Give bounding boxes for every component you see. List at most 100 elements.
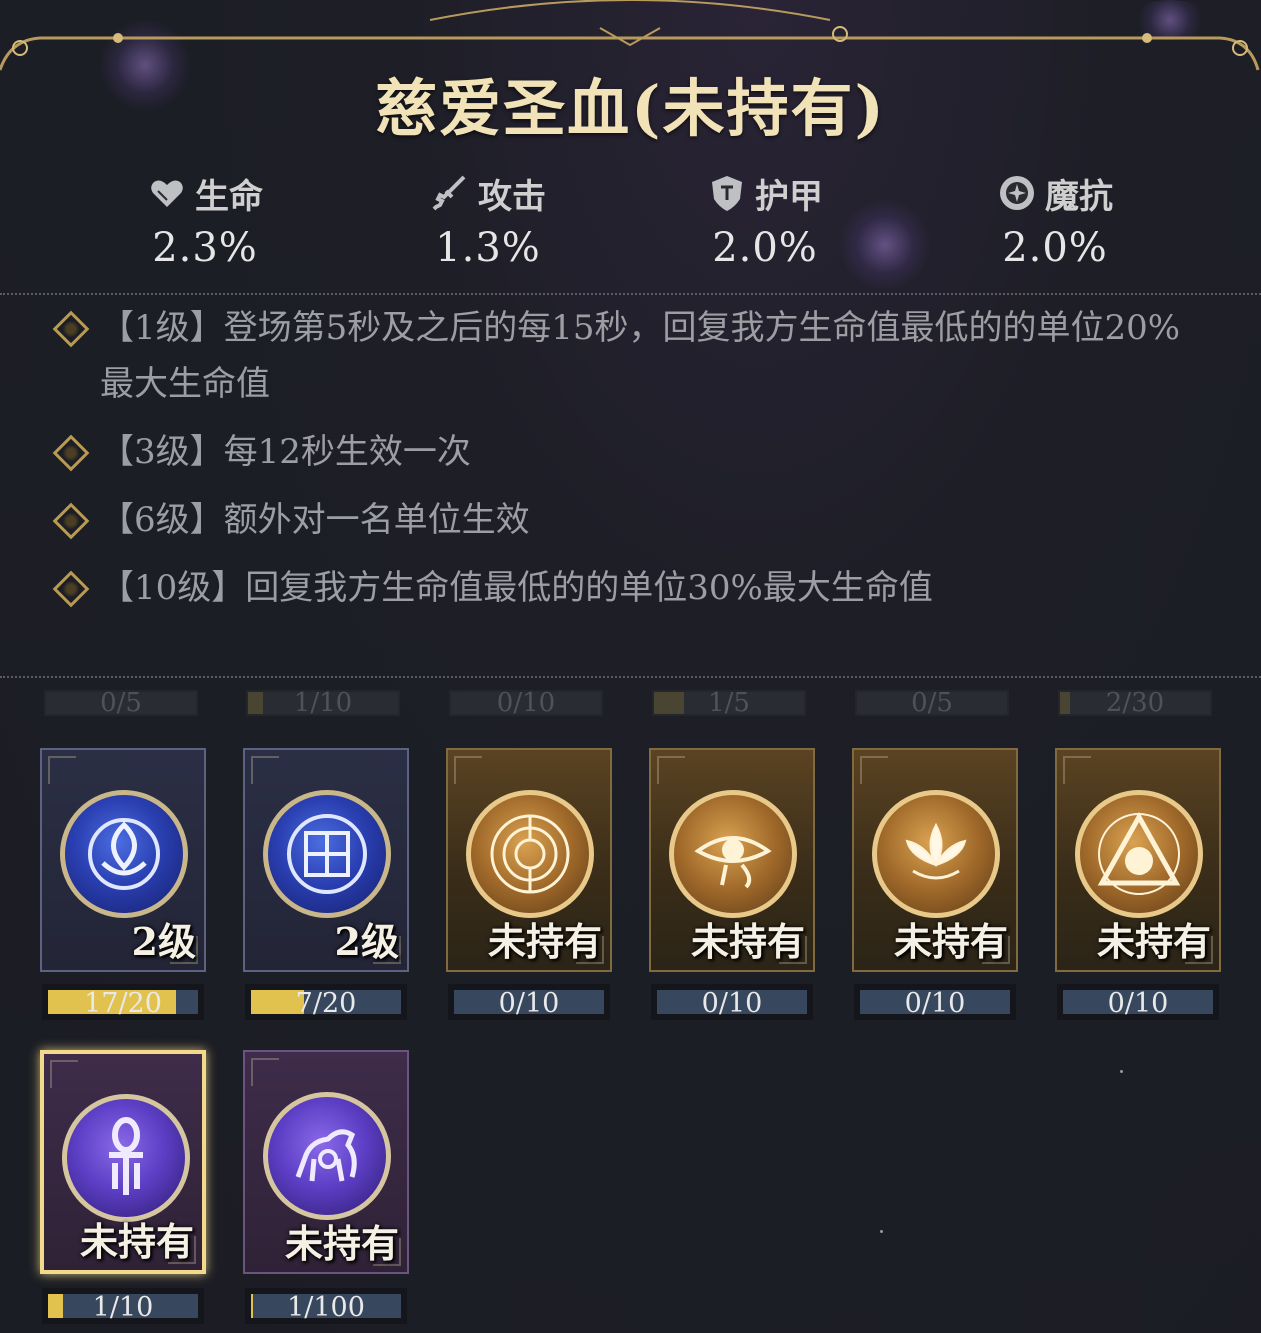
- emblem-icon: [490, 814, 570, 894]
- top-progress-track: 0/5: [44, 690, 198, 716]
- stat-value: 1.3%: [435, 225, 541, 271]
- stat-value: 2.0%: [712, 225, 818, 271]
- stat-hp: 生命 2.3%: [95, 165, 315, 271]
- effect-item: 【3级】每12秒生效一次: [52, 424, 1212, 480]
- stat-value: 2.0%: [1002, 225, 1108, 271]
- emblem-icon: [295, 1129, 357, 1182]
- diamond-bullet-icon: [52, 434, 90, 472]
- relic-card[interactable]: 未持有: [852, 748, 1018, 972]
- emblem-icon: [109, 1117, 143, 1195]
- relic-card[interactable]: 未持有: [243, 1050, 409, 1274]
- divider: [0, 293, 1261, 295]
- emblem-icon: [694, 836, 772, 889]
- stat-label: 攻击: [478, 176, 546, 217]
- card-progress-bar: 17/20: [42, 984, 204, 1020]
- longevity-symbol-emblem: [263, 790, 391, 918]
- progress-text: 7/20: [295, 988, 357, 1019]
- effect-text: 【1级】登场第5秒及之后的每15秒，回复我方生命值最低的的单位20%最大生命值: [100, 308, 1181, 404]
- emblem-icon: [88, 818, 160, 890]
- eye-of-horus-emblem: [669, 790, 797, 918]
- card-progress-bar: 1/10: [42, 1288, 204, 1324]
- card-corner-ornament: [1063, 756, 1091, 784]
- top-progress-track: 0/5: [855, 690, 1009, 716]
- effects-list: 【1级】登场第5秒及之后的每15秒，回复我方生命值最低的的单位20%最大生命值 …: [52, 300, 1212, 628]
- relic-card[interactable]: 未持有: [1055, 748, 1221, 972]
- relic-card[interactable]: 未持有: [649, 748, 815, 972]
- background-star: [1120, 1070, 1123, 1073]
- effect-item: 【6级】额外对一名单位生效: [52, 492, 1212, 548]
- ankh-emblem: [62, 1094, 190, 1222]
- progress-text: 0/10: [701, 988, 763, 1019]
- card-status-label: 未持有: [893, 919, 1008, 964]
- card-progress-bar: 0/10: [854, 984, 1016, 1020]
- top-progress-track: 2/30: [1058, 690, 1212, 716]
- card-status-label: 2级: [131, 919, 196, 964]
- lotus-emblem: [872, 790, 1000, 918]
- card-corner-ornament: [657, 756, 685, 784]
- background-star: [880, 1230, 883, 1233]
- top-progress-track: 0/10: [449, 690, 603, 716]
- maze-wheel-emblem: [466, 790, 594, 918]
- stat-magic-resist: 魔抗 2.0%: [945, 165, 1165, 271]
- card-progress-bar: 7/20: [245, 984, 407, 1020]
- card-progress-bar: 0/10: [448, 984, 610, 1020]
- card-progress-bar: 0/10: [1057, 984, 1219, 1020]
- stat-label: 生命: [195, 176, 263, 217]
- stat-label: 护甲: [755, 176, 823, 217]
- diamond-bullet-icon: [52, 310, 90, 348]
- card-status-label: 未持有: [79, 1219, 194, 1264]
- divider: [0, 676, 1261, 678]
- stat-label: 魔抗: [1045, 176, 1113, 217]
- progress-text: 17/20: [84, 988, 162, 1019]
- shield-icon: [712, 176, 742, 211]
- stat-value: 2.3%: [152, 225, 258, 271]
- top-progress-track: 1/10: [246, 690, 400, 716]
- progress-text: 1/10: [92, 1292, 154, 1323]
- item-title: 慈爱圣血(未持有): [375, 72, 886, 145]
- emblem-icon: [1097, 811, 1181, 895]
- triangle-circle-emblem: [1075, 790, 1203, 918]
- relic-card[interactable]: 2级: [40, 748, 206, 972]
- progress-text: 0/10: [498, 988, 560, 1019]
- effect-item: 【10级】回复我方生命值最低的的单位30%最大生命值: [52, 560, 1212, 616]
- progress-fill: [654, 692, 684, 714]
- effect-text: 【10级】回复我方生命值最低的的单位30%最大生命值: [100, 568, 933, 608]
- card-progress-bar: 1/100: [245, 1288, 407, 1324]
- card-status-label: 未持有: [1096, 919, 1211, 964]
- effect-text: 【6级】额外对一名单位生效: [100, 500, 530, 540]
- card-status-label: 未持有: [487, 919, 602, 964]
- progress-text: 0/10: [904, 988, 966, 1019]
- relic-card[interactable]: 2级: [243, 748, 409, 972]
- card-corner-ornament: [50, 1060, 78, 1088]
- magic-orb-icon: [1000, 176, 1034, 210]
- triquetra-moon-emblem: [60, 790, 188, 918]
- stat-attack: 攻击 1.3%: [378, 165, 598, 271]
- progress-fill: [1060, 692, 1071, 714]
- heart-icon: [151, 180, 183, 207]
- effect-item: 【1级】登场第5秒及之后的每15秒，回复我方生命值最低的的单位20%最大生命值: [52, 300, 1212, 412]
- card-progress-bar: 0/10: [651, 984, 813, 1020]
- card-status-label: 未持有: [284, 1221, 399, 1266]
- card-corner-ornament: [251, 756, 279, 784]
- card-corner-ornament: [251, 1058, 279, 1086]
- emblem-icon: [905, 822, 967, 880]
- emblem-icon: [287, 814, 367, 894]
- diamond-bullet-icon: [52, 502, 90, 540]
- card-status-label: 未持有: [690, 919, 805, 964]
- relic-card[interactable]: 未持有: [446, 748, 612, 972]
- progress-text: 1/100: [287, 1292, 365, 1323]
- horse-emblem: [263, 1092, 391, 1220]
- card-corner-ornament: [48, 756, 76, 784]
- stat-armor: 护甲 2.0%: [655, 165, 875, 271]
- card-status-label: 2级: [334, 919, 399, 964]
- progress-text: 0/10: [1107, 988, 1169, 1019]
- effect-text: 【3级】每12秒生效一次: [100, 432, 471, 472]
- card-corner-ornament: [454, 756, 482, 784]
- diamond-bullet-icon: [52, 570, 90, 608]
- relic-card[interactable]: 未持有: [40, 1050, 206, 1274]
- progress-fill: [248, 692, 263, 714]
- top-progress-track: 1/5: [652, 690, 806, 716]
- sword-icon: [432, 175, 466, 211]
- stats-row: 生命 2.3% 攻击 1.3% 护甲 2.0% 魔抗 2.0%: [0, 165, 1261, 275]
- card-corner-ornament: [860, 756, 888, 784]
